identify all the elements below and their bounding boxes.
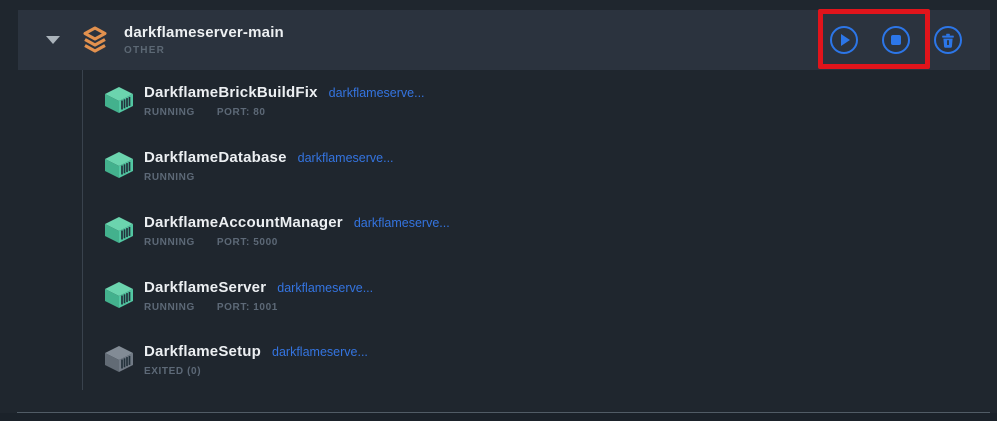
collapse-toggle[interactable] [30, 36, 76, 44]
stack-subtitle: OTHER [124, 45, 284, 56]
container-link[interactable]: darkflameserve... [329, 86, 425, 100]
container-status: RUNNING [144, 237, 195, 248]
container-row[interactable]: DarkflameBrickBuildFix darkflameserve...… [103, 84, 425, 118]
container-cube-icon [103, 86, 135, 114]
chevron-down-icon [46, 36, 60, 44]
container-name: DarkflameServer [144, 279, 266, 296]
trash-icon [941, 33, 955, 48]
stack-title: darkflameserver-main [124, 24, 284, 42]
stack-header: darkflameserver-main OTHER [18, 10, 990, 70]
container-row[interactable]: DarkflameDatabase darkflameserve... RUNN… [103, 149, 394, 183]
container-cube-icon [103, 216, 135, 244]
container-port: PORT: 80 [217, 107, 266, 118]
layers-stack-icon [80, 25, 110, 55]
container-name: DarkflameDatabase [144, 149, 287, 166]
container-cube-icon [103, 151, 135, 179]
stack-actions [830, 26, 962, 54]
container-status: RUNNING [144, 172, 195, 183]
container-link[interactable]: darkflameserve... [272, 345, 368, 359]
container-cube-icon [103, 281, 135, 309]
tree-connector-line [82, 70, 83, 390]
container-link[interactable]: darkflameserve... [298, 151, 394, 165]
container-name: DarkflameAccountManager [144, 214, 343, 231]
container-status: RUNNING [144, 107, 195, 118]
container-name: DarkflameSetup [144, 343, 261, 360]
stop-icon [891, 35, 901, 45]
container-port: PORT: 5000 [217, 237, 278, 248]
footer-band [0, 413, 997, 421]
container-port: PORT: 1001 [217, 302, 278, 313]
play-icon [841, 34, 850, 46]
start-stack-button[interactable] [830, 26, 858, 54]
container-link[interactable]: darkflameserve... [354, 216, 450, 230]
container-status: EXITED (0) [144, 366, 201, 377]
container-name: DarkflameBrickBuildFix [144, 84, 318, 101]
container-status: RUNNING [144, 302, 195, 313]
stop-stack-button[interactable] [882, 26, 910, 54]
container-link[interactable]: darkflameserve... [277, 281, 373, 295]
container-cube-icon [103, 345, 135, 373]
container-row[interactable]: DarkflameSetup darkflameserve... EXITED … [103, 343, 368, 377]
delete-stack-button[interactable] [934, 26, 962, 54]
container-row[interactable]: DarkflameAccountManager darkflameserve..… [103, 214, 450, 248]
container-row[interactable]: DarkflameServer darkflameserve... RUNNIN… [103, 279, 373, 313]
